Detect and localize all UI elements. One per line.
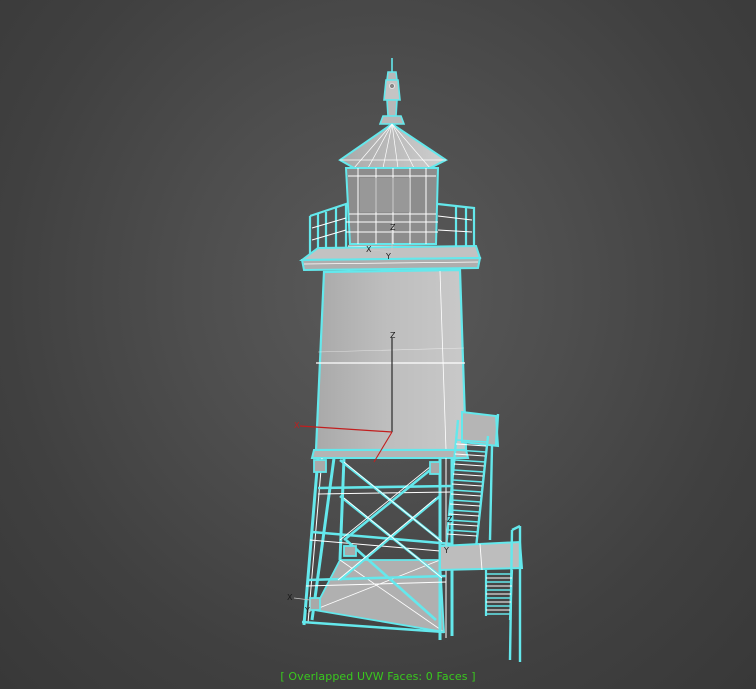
gizmo-stair-y-label: Y <box>443 546 449 555</box>
3d-viewport[interactable]: Z X Y Z X Z Y X Y [ Overlapped UVW Faces… <box>0 0 756 689</box>
gizmo-pivot-z-label: Z <box>390 331 396 340</box>
gizmo-top-x-label: X <box>366 245 372 254</box>
overlapped-uvw-status: [ Overlapped UVW Faces: 0 Faces ] <box>280 670 476 683</box>
tower-body[interactable] <box>310 268 470 459</box>
finial[interactable] <box>378 58 406 125</box>
gizmo-stair-z-label: Z <box>447 515 453 524</box>
gallery-deck[interactable] <box>298 244 482 272</box>
gizmo-top-y-label: Y <box>385 252 391 261</box>
gizmo-world-y-label: Y <box>304 606 310 615</box>
gizmo-world-x-label: X <box>287 593 293 602</box>
gizmo-top-z-label: Z <box>390 223 396 232</box>
lighthouse-model[interactable]: Z X Y Z X Z Y X Y <box>0 0 756 689</box>
lower-staircase[interactable] <box>484 569 514 621</box>
gizmo-pivot-x-label: X <box>294 421 300 430</box>
lantern-roof[interactable] <box>338 122 448 169</box>
base-frame[interactable] <box>301 457 454 640</box>
